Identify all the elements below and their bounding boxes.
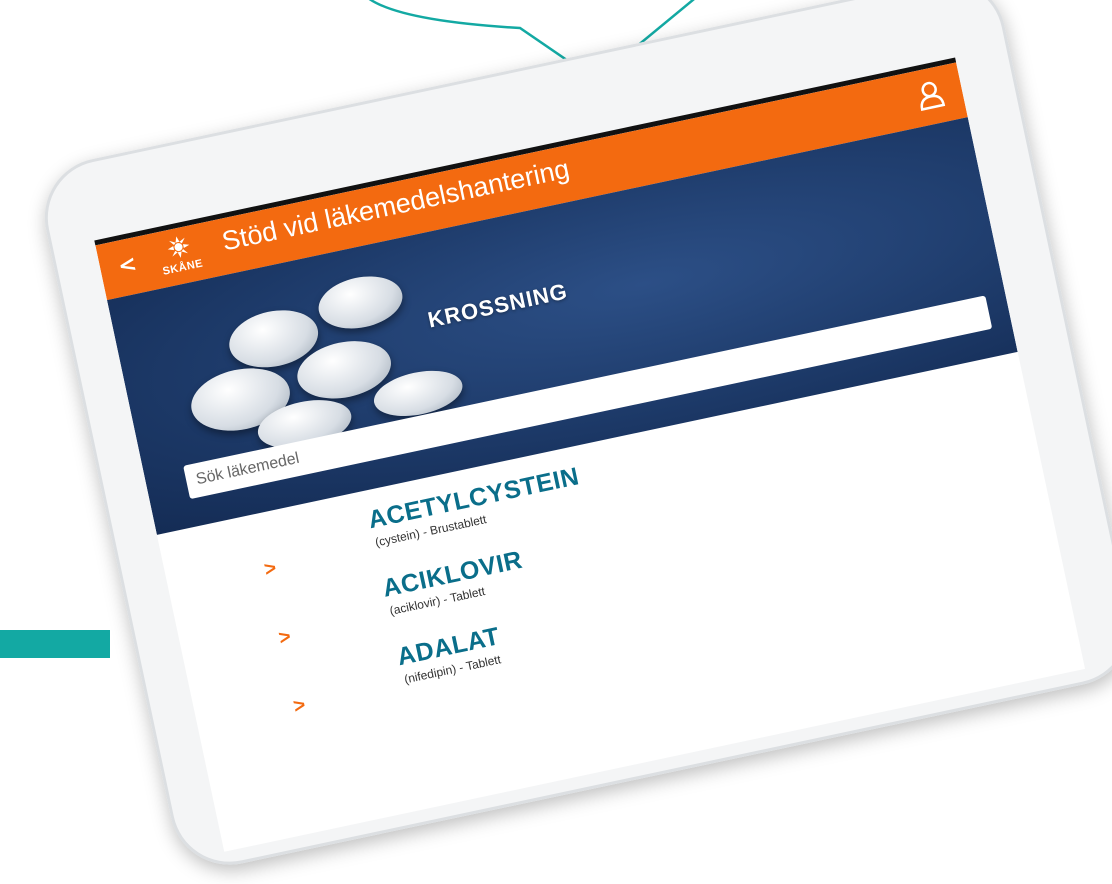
skane-logo: SKÅNE xyxy=(147,228,213,283)
chevron-right-icon: > xyxy=(291,693,308,718)
chevron-right-icon: > xyxy=(262,557,279,582)
tablet-device: < SKÅNE Stöd vid läkemedelshantering KRO… xyxy=(0,0,1112,876)
chevron-left-icon[interactable]: < xyxy=(116,251,139,279)
user-icon[interactable] xyxy=(914,78,948,113)
pill-image xyxy=(313,269,408,336)
hero-title: KROSSNING xyxy=(425,278,570,333)
chevron-right-icon: > xyxy=(276,625,293,650)
